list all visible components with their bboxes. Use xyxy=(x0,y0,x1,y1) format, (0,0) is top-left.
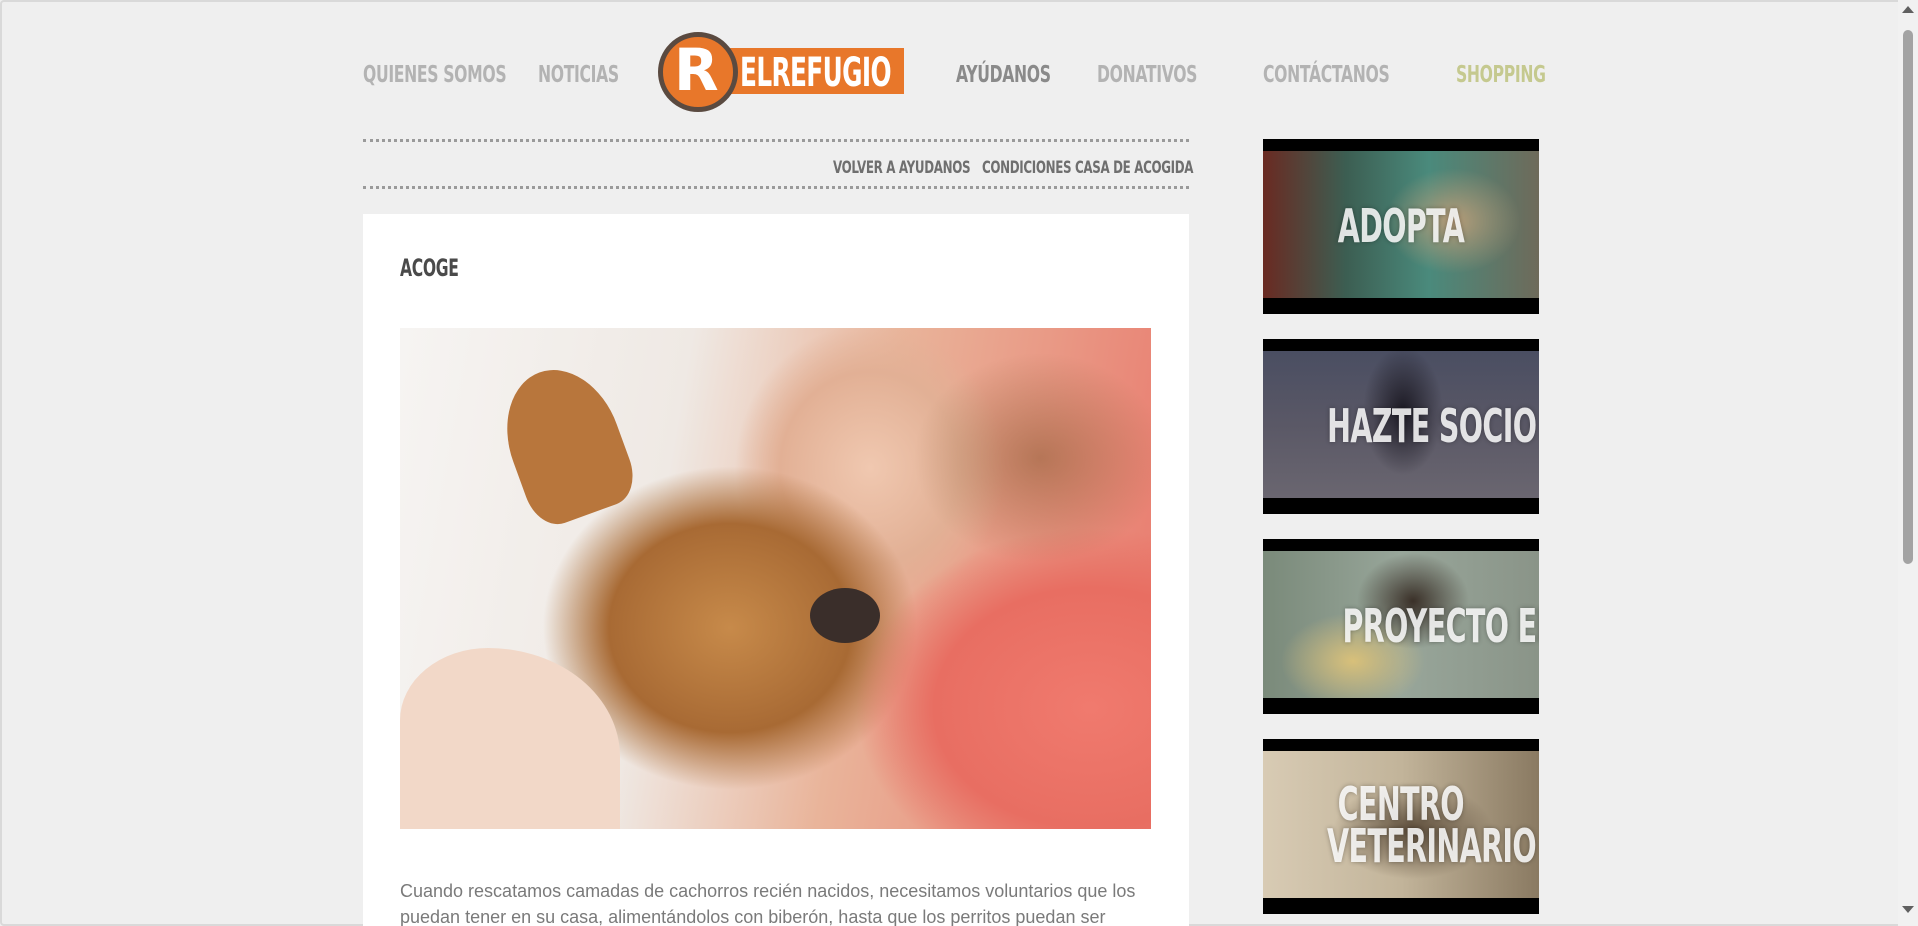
article-paragraph: Cuando rescatamos camadas de cachorros r… xyxy=(400,881,1136,926)
vertical-scrollbar[interactable] xyxy=(1898,0,1918,926)
hero-image-dog-hug xyxy=(400,328,1151,829)
nav-ayudanos[interactable]: AYÚDANOS xyxy=(956,62,1051,88)
scrollbar-thumb[interactable] xyxy=(1903,30,1913,564)
scroll-up-arrow-icon[interactable] xyxy=(1902,6,1914,13)
subnav-divider-top xyxy=(363,139,1189,142)
nav-quienes-somos[interactable]: QUIENES SOMOS xyxy=(363,62,507,88)
nav-contactanos[interactable]: CONTÁCTANOS xyxy=(1263,62,1390,88)
tile-proyecto-eden[interactable]: PROYECTO EDÉN xyxy=(1263,539,1539,714)
logo-letter: R xyxy=(674,36,719,104)
tile-centro-veterinario-label: CENTRO VETERINARIO xyxy=(1327,777,1537,873)
tile-proyecto-eden-label: PROYECTO EDÉN xyxy=(1342,599,1539,653)
scroll-down-arrow-icon[interactable] xyxy=(1902,906,1914,913)
nav-shopping[interactable]: SHOPPING xyxy=(1456,62,1546,88)
nav-noticias[interactable]: NOTICIAS xyxy=(538,62,619,88)
tile-adopta[interactable]: ADOPTA xyxy=(1263,139,1539,314)
subnav-divider-bottom xyxy=(363,186,1189,189)
subnav-volver-ayudanos[interactable]: VOLVER A AYUDANOS xyxy=(833,158,971,178)
tile-centro-veterinario[interactable]: CENTRO VETERINARIO xyxy=(1263,739,1539,914)
subnav-condiciones-casa-acogida[interactable]: CONDICIONES CASA DE ACOGIDA xyxy=(982,158,1193,178)
dog-nose-shape xyxy=(810,588,880,643)
nav-donativos[interactable]: DONATIVOS xyxy=(1097,62,1197,88)
logo-text: ELREFUGIO xyxy=(740,50,892,96)
tile-adopta-label: ADOPTA xyxy=(1337,199,1465,253)
hand-shape xyxy=(400,648,620,829)
tile-hazte-socio[interactable]: HAZTE SOCIO xyxy=(1263,339,1539,514)
dog-ear-shape xyxy=(487,353,643,533)
elrefugio-logo[interactable]: R ELREFUGIO xyxy=(656,30,908,114)
page-title: ACOGE xyxy=(400,254,459,282)
tile-hazte-socio-label: HAZTE SOCIO xyxy=(1327,399,1537,453)
